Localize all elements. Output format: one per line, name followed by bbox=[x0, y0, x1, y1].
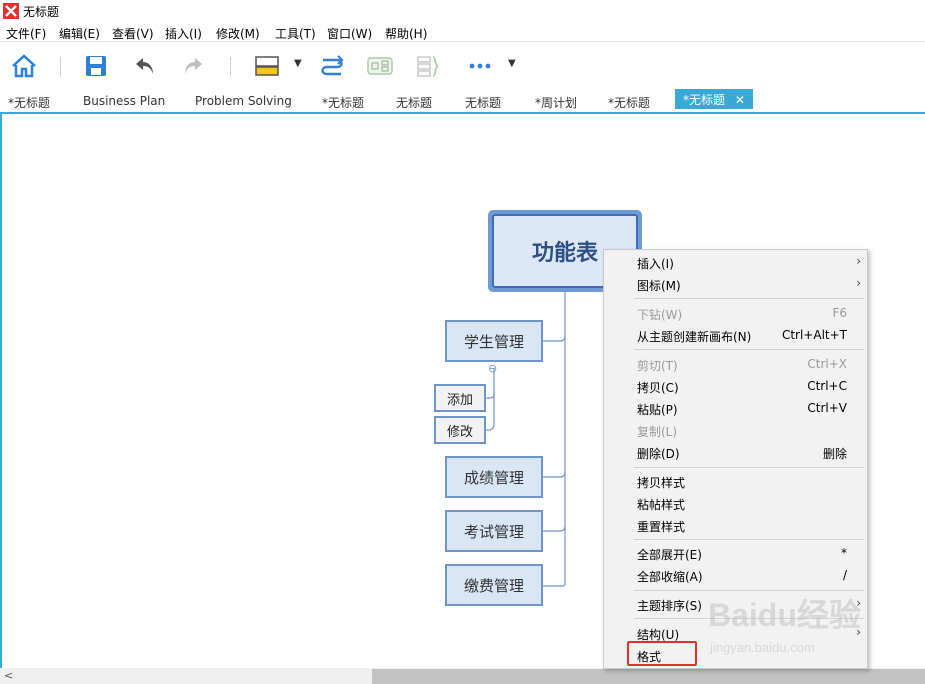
topic-grade-management[interactable]: 成绩管理 bbox=[445, 456, 543, 498]
collapse-icon[interactable]: ⊖ bbox=[488, 362, 497, 375]
menu-item-copy-style[interactable]: 拷贝样式 bbox=[637, 471, 865, 493]
menu-item-reset-style[interactable]: 重置样式 bbox=[637, 515, 865, 537]
undo-button[interactable] bbox=[130, 51, 160, 81]
xmind-logo-icon bbox=[3, 3, 19, 19]
menu-insert[interactable]: 插入(I) bbox=[165, 25, 202, 42]
toolbar-separator bbox=[230, 57, 231, 77]
submenu-arrow-icon: › bbox=[856, 276, 861, 290]
subtopic-add[interactable]: 添加 bbox=[434, 384, 486, 412]
tab-bar: *无标题 Business Plan Problem Solving *无标题 … bbox=[0, 89, 925, 113]
topic-fee-management[interactable]: 缴费管理 bbox=[445, 564, 543, 606]
undo-icon bbox=[136, 58, 153, 74]
toolbar: ▼ ▼ bbox=[0, 43, 925, 89]
home-icon bbox=[12, 54, 36, 78]
title-bar: 无标题 bbox=[0, 0, 925, 22]
tab[interactable]: 无标题 bbox=[465, 93, 501, 113]
menu-item-delete[interactable]: 删除(D) 删除 bbox=[637, 442, 865, 464]
topic-student-management[interactable]: 学生管理 bbox=[445, 320, 543, 362]
highlight-annotation bbox=[627, 641, 697, 666]
menu-item-cut[interactable]: 剪切(T) Ctrl+X bbox=[637, 354, 865, 376]
menu-item-expand-all[interactable]: 全部展开(E) * bbox=[637, 543, 865, 565]
menu-item-insert[interactable]: 插入(I) › bbox=[637, 252, 865, 274]
redo-icon bbox=[185, 58, 202, 74]
baidu-watermark: Baidu经验 jingyan.baidu.com bbox=[708, 590, 898, 666]
relationship-icon bbox=[321, 55, 344, 76]
watermark-logo-text: Baidu经验 bbox=[708, 597, 861, 633]
menu-item-drill-down[interactable]: 下钻(W) F6 bbox=[637, 303, 865, 325]
menu-item-icon[interactable]: 图标(M) › bbox=[637, 274, 865, 296]
menu-item-duplicate[interactable]: 复制(L) bbox=[637, 420, 865, 442]
boundary-icon bbox=[367, 57, 393, 75]
save-button[interactable] bbox=[81, 51, 111, 81]
scrollbar-thumb[interactable] bbox=[372, 669, 925, 684]
tab[interactable]: Business Plan bbox=[83, 93, 165, 113]
toolbar-separator bbox=[60, 57, 61, 77]
more-button[interactable] bbox=[465, 51, 495, 81]
home-button[interactable] bbox=[9, 51, 39, 81]
tab[interactable]: *无标题 bbox=[608, 93, 650, 113]
tab-active[interactable]: *无标题 ✕ bbox=[675, 89, 753, 109]
relationship-button[interactable] bbox=[317, 51, 347, 81]
menu-item-paste-style[interactable]: 粘帖样式 bbox=[637, 493, 865, 515]
close-tab-icon[interactable]: ✕ bbox=[735, 93, 745, 107]
window-title: 无标题 bbox=[23, 5, 60, 19]
menu-separator bbox=[634, 467, 864, 468]
menu-modify[interactable]: 修改(M) bbox=[216, 25, 260, 42]
scroll-left-icon[interactable]: < bbox=[4, 669, 13, 682]
menu-separator bbox=[634, 349, 864, 350]
redo-button[interactable] bbox=[178, 51, 208, 81]
topic-style-icon bbox=[255, 56, 279, 76]
tab[interactable]: 无标题 bbox=[396, 93, 432, 113]
submenu-arrow-icon: › bbox=[856, 254, 861, 268]
tab-label: *无标题 bbox=[683, 93, 726, 107]
menu-window[interactable]: 窗口(W) bbox=[327, 25, 372, 42]
more-icon bbox=[469, 63, 491, 69]
menu-item-copy[interactable]: 拷贝(C) Ctrl+C bbox=[637, 376, 865, 398]
menu-tools[interactable]: 工具(T) bbox=[275, 25, 316, 42]
dropdown-arrow-icon[interactable]: ▼ bbox=[294, 58, 302, 69]
summary-icon bbox=[417, 56, 439, 77]
menu-item-new-sheet-from-topic[interactable]: 从主题创建新画布(N) Ctrl+Alt+T bbox=[637, 325, 865, 347]
tab[interactable]: *周计划 bbox=[535, 93, 577, 113]
boundary-button[interactable] bbox=[365, 51, 395, 81]
menu-bar: 文件(F) 编辑(E) 查看(V) 插入(I) 修改(M) 工具(T) 窗口(W… bbox=[0, 22, 925, 42]
app-window: 无标题 文件(F) 编辑(E) 查看(V) 插入(I) 修改(M) 工具(T) … bbox=[0, 0, 925, 684]
menu-separator bbox=[634, 298, 864, 299]
tab[interactable]: Problem Solving bbox=[195, 93, 292, 113]
menu-separator bbox=[634, 539, 864, 540]
save-icon bbox=[86, 56, 106, 76]
menu-view[interactable]: 查看(V) bbox=[112, 25, 154, 42]
topic-style-button[interactable] bbox=[252, 51, 282, 81]
menu-item-collapse-all[interactable]: 全部收缩(A) / bbox=[637, 565, 865, 587]
menu-file[interactable]: 文件(F) bbox=[6, 25, 46, 42]
horizontal-scrollbar[interactable]: < bbox=[0, 668, 925, 684]
subtopic-modify[interactable]: 修改 bbox=[434, 416, 486, 444]
dropdown-arrow-icon[interactable]: ▼ bbox=[508, 58, 516, 69]
menu-help[interactable]: 帮助(H) bbox=[385, 25, 427, 42]
summary-button[interactable] bbox=[413, 51, 443, 81]
watermark-url: jingyan.baidu.com bbox=[710, 640, 815, 655]
topic-exam-management[interactable]: 考试管理 bbox=[445, 510, 543, 552]
menu-item-paste[interactable]: 粘贴(P) Ctrl+V bbox=[637, 398, 865, 420]
tab[interactable]: *无标题 bbox=[8, 93, 50, 113]
tab[interactable]: *无标题 bbox=[322, 93, 364, 113]
menu-edit[interactable]: 编辑(E) bbox=[59, 25, 100, 42]
